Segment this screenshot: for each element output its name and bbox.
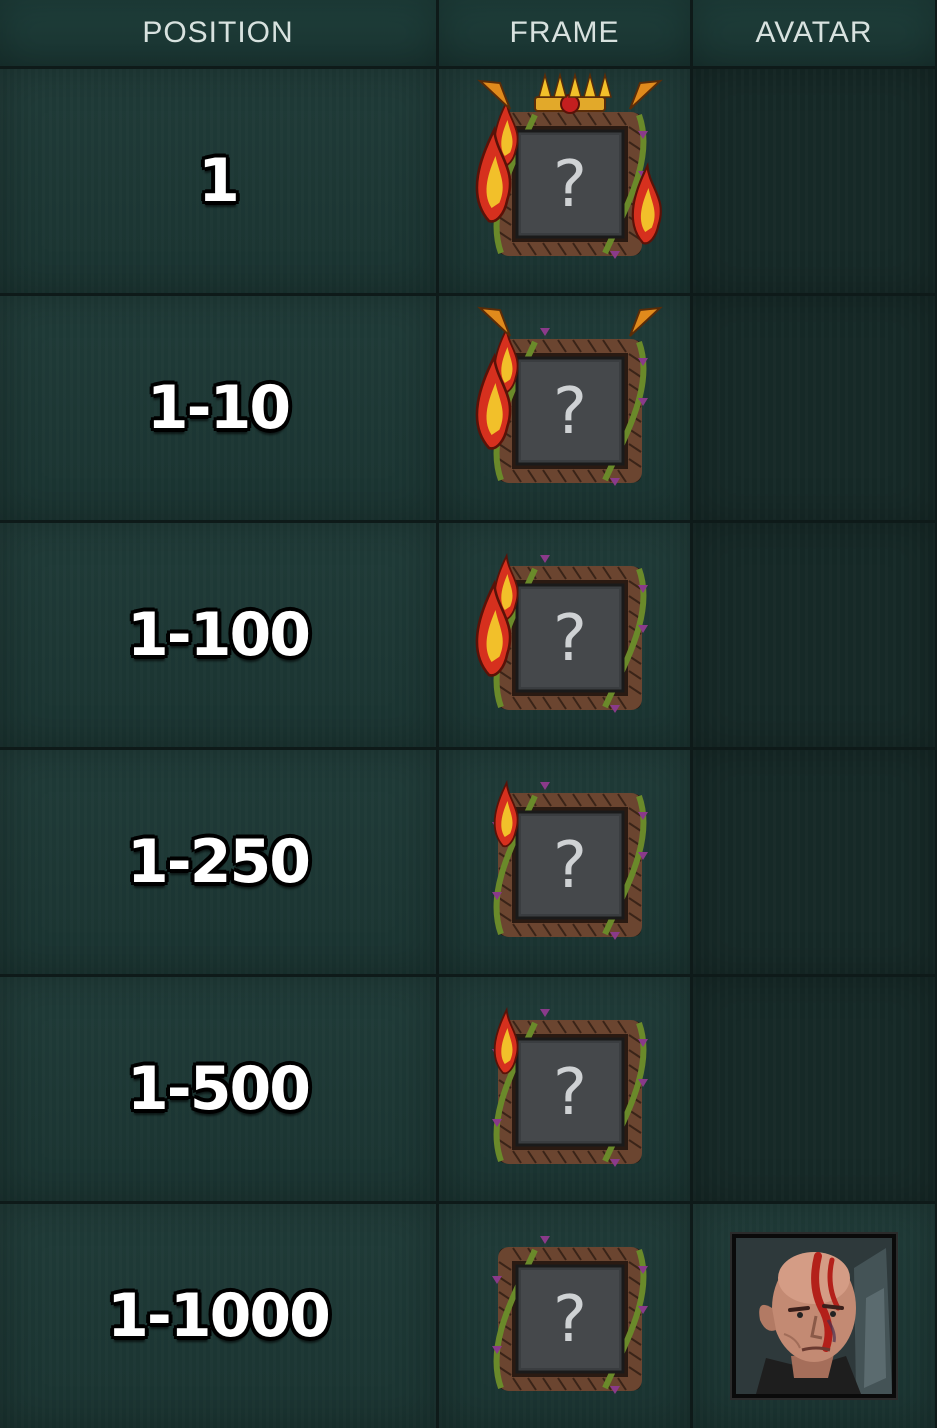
position-label: 1-10: [146, 373, 291, 443]
svg-text:?: ?: [553, 1283, 587, 1357]
avatar-cell: [693, 296, 935, 520]
avatar-cell: [693, 750, 935, 974]
position-label: 1-1000: [107, 1281, 331, 1351]
frame-cell: ?: [439, 1204, 690, 1428]
svg-text:?: ?: [553, 829, 587, 903]
svg-text:?: ?: [553, 148, 587, 222]
position-label: 1-250: [127, 827, 311, 897]
position-label: 1: [198, 146, 240, 216]
frame-cell: ?: [439, 296, 690, 520]
svg-text:?: ?: [553, 1056, 587, 1130]
position-cell: 1-250: [0, 750, 436, 974]
header-frame: FRAME: [439, 0, 690, 66]
frame-cell: ?: [439, 977, 690, 1201]
frame-cell: ?: [439, 69, 690, 293]
position-cell: 1-10: [0, 296, 436, 520]
avatar-cell: [693, 69, 935, 293]
warrior-portrait-icon: [732, 1234, 896, 1398]
position-label: 1-500: [127, 1054, 311, 1124]
frame-uncommon-icon: ?: [450, 752, 680, 972]
position-label: 1-100: [127, 600, 311, 670]
svg-text:?: ?: [553, 602, 587, 676]
frame-cell: ?: [439, 750, 690, 974]
frame-rare-icon: ?: [450, 525, 680, 745]
position-cell: 1-100: [0, 523, 436, 747]
frame-epic-icon: ?: [450, 298, 680, 518]
avatar-cell: [693, 523, 935, 747]
frame-legendary-icon: ?: [450, 71, 680, 291]
frame-common-icon: ?: [450, 979, 680, 1199]
position-cell: 1-500: [0, 977, 436, 1201]
frame-basic-icon: ?: [450, 1206, 680, 1426]
header-position: POSITION: [0, 0, 436, 66]
svg-text:?: ?: [553, 375, 587, 449]
frame-cell: ?: [439, 523, 690, 747]
avatar-cell: [693, 977, 935, 1201]
rewards-table: POSITION FRAME AVATAR 1 ? 1-10 ? 1-100 ?…: [0, 0, 937, 1428]
header-avatar: AVATAR: [693, 0, 935, 66]
avatar-cell: [693, 1204, 935, 1428]
position-cell: 1-1000: [0, 1204, 436, 1428]
position-cell: 1: [0, 69, 436, 293]
